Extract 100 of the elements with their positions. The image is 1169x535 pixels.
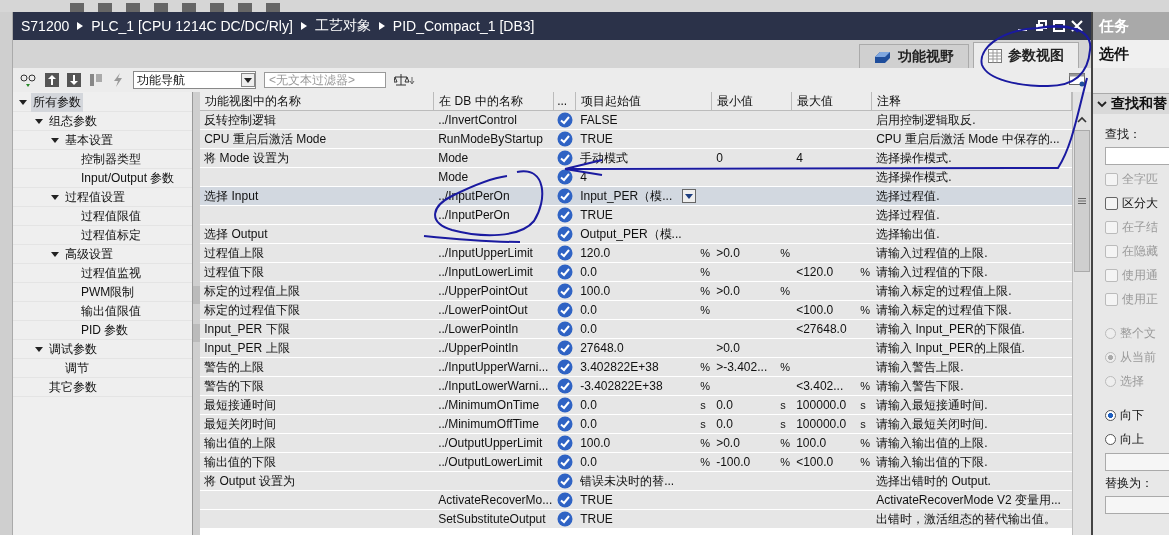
breadcrumb-item[interactable]: 工艺对象 (314, 17, 371, 35)
checkbox[interactable] (1105, 196, 1118, 210)
table-row[interactable]: 输出值的上限 ../OutputUpperLimit 100.0 % >0.0 % 100.0 % 请输入输出值的上限. (200, 434, 1073, 453)
radio-button[interactable] (1105, 433, 1116, 445)
table-row[interactable]: 最短关闭时间 ../MinimumOffTime 0.0 s 0.0 s 100000.0 s 请输入最短关闭时间. (200, 415, 1073, 434)
replace-field[interactable] (1105, 496, 1169, 514)
check-icon[interactable] (557, 150, 574, 166)
tree-item[interactable]: Input/Output 参数 (79, 168, 177, 188)
table-row[interactable]: 将 Mode 设置为 Mode 手动模式 0 4 选择操作模式. (200, 149, 1073, 168)
table-cell: ../InputPerOn (438, 208, 510, 222)
table-row[interactable]: ../InputPerOn TRUE 选择过程值. (200, 206, 1073, 225)
check-icon[interactable] (557, 245, 574, 261)
tree-item[interactable]: 控制器类型 (79, 149, 143, 169)
table-row[interactable]: CPU 重启后激活 Mode RunModeByStartup TRUE CPU 重启后激活 Mode 中保存的... (200, 130, 1073, 149)
check-icon[interactable] (557, 112, 574, 128)
tree-item[interactable]: 过程值监视 (79, 263, 143, 283)
table-row[interactable]: 过程值下限 ../InputLowerLimit 0.0 % <120.0 % 请输入过程值的下限. (200, 263, 1073, 282)
table-row[interactable]: 标定的过程值上限 ../UpperPointOut 100.0 % >0.0 % 请输入标定的过程值上限. (200, 282, 1073, 301)
check-icon[interactable] (557, 435, 574, 451)
check-icon[interactable] (557, 226, 574, 242)
navigation-dropdown[interactable]: 功能导航 (133, 71, 256, 89)
tree-item[interactable]: PID 参数 (79, 320, 131, 340)
expand-icon[interactable] (45, 73, 59, 87)
check-icon[interactable] (557, 359, 574, 375)
check-icon[interactable] (557, 492, 574, 508)
check-icon[interactable] (557, 378, 574, 394)
check-icon[interactable] (557, 169, 574, 185)
check-icon[interactable] (557, 473, 574, 489)
tree-item[interactable]: 输出值限值 (79, 301, 143, 321)
bookmark-icon[interactable] (89, 73, 103, 87)
table-row[interactable]: 过程值上限 ../InputUpperLimit 120.0 % >0.0 % 请输入过程值的上限. (200, 244, 1073, 263)
breadcrumb-item[interactable]: PID_Compact_1 [DB3] (392, 18, 535, 34)
tree-item[interactable]: 高级设置 (63, 244, 115, 264)
table-row[interactable]: 将 Output 设置为 错误未决时的替... 选择出错时的 Output. (200, 472, 1073, 491)
check-icon[interactable] (557, 302, 574, 318)
compare-icon[interactable] (394, 73, 416, 87)
check-icon[interactable] (557, 283, 574, 299)
check-icon[interactable] (557, 131, 574, 147)
column-header[interactable]: ... (554, 92, 577, 110)
table-row[interactable]: Mode 4 选择操作模式. (200, 168, 1073, 187)
scrollbar[interactable] (1072, 92, 1091, 535)
radio-button[interactable] (1105, 409, 1116, 421)
column-header[interactable]: 在 DB 中的名称 (434, 92, 555, 110)
collapse-icon[interactable] (67, 73, 81, 87)
view-tab[interactable]: 参数视图 (973, 42, 1079, 68)
tree-item[interactable]: 过程值标定 (79, 225, 143, 245)
table-row[interactable]: 输出值的下限 ../OutputLowerLimit 0.0 % -100.0 % <100.0 % 请输入输出值的下限. (200, 453, 1073, 472)
table-row[interactable]: 反转控制逻辑 ../InvertControl FALSE 启用控制逻辑取反. (200, 111, 1073, 130)
check-icon[interactable] (557, 321, 574, 337)
column-header[interactable]: 最大值 (792, 92, 873, 110)
breadcrumb-item[interactable]: S71200 (21, 18, 70, 34)
check-icon[interactable] (557, 264, 574, 280)
tree-item[interactable]: 调节 (63, 358, 91, 378)
caret-icon[interactable] (35, 345, 43, 353)
table-row[interactable]: Input_PER 上限 ../UpperPointIn 27648.0 >0.0 请输入 Input_PER的上限值. (200, 339, 1073, 358)
table-row[interactable]: Input_PER 下限 ../LowerPointIn 0.0 <27648.0 请输入 Input_PER的下限值. (200, 320, 1073, 339)
tree-item[interactable]: 基本设置 (63, 130, 115, 150)
glasses-icon[interactable] (19, 73, 37, 87)
filter-field[interactable]: <无文本过滤器> (264, 72, 386, 88)
caret-icon[interactable] (19, 98, 27, 106)
window-icon[interactable] (1069, 73, 1085, 87)
column-header[interactable]: 项目起始值 (576, 92, 713, 110)
panel-tab[interactable]: 选件 (1093, 40, 1169, 68)
check-icon[interactable] (557, 340, 574, 356)
table-row[interactable]: 最短接通时间 ../MinimumOnTime 0.0 s 0.0 s 100000.0 s 请输入最短接通时间. (200, 396, 1073, 415)
check-icon[interactable] (557, 511, 574, 527)
caret-icon[interactable] (51, 193, 59, 201)
tree-item[interactable]: 组态参数 (47, 111, 99, 131)
view-tab[interactable]: 功能视野 (859, 44, 969, 68)
table-row[interactable]: 选择 Output Output_PER（模... 选择输出值. (200, 225, 1073, 244)
check-icon[interactable] (557, 397, 574, 413)
caret-icon[interactable] (51, 136, 59, 144)
tree-item[interactable]: 过程值设置 (63, 187, 127, 207)
tree-item[interactable]: 调试参数 (47, 339, 99, 359)
maximize-icon[interactable] (1053, 20, 1065, 32)
section-header[interactable]: 查找和替 (1093, 93, 1169, 114)
splitter-handle[interactable] (193, 285, 201, 304)
dropdown-icon[interactable] (682, 189, 697, 203)
table-row[interactable]: 标定的过程值下限 ../LowerPointOut 0.0 % <100.0 % 请输入标定的过程值下限. (200, 301, 1073, 320)
column-header[interactable]: 最小值 (712, 92, 793, 110)
tree-item[interactable]: 所有参数 (31, 92, 83, 112)
check-icon[interactable] (557, 207, 574, 223)
check-icon[interactable] (557, 454, 574, 470)
column-header[interactable]: 功能视图中的名称 (200, 92, 435, 110)
tree-item[interactable]: 过程值限值 (79, 206, 143, 226)
table-row[interactable]: SetSubstituteOutput TRUE 出错时，激活组态的替代输出值。 (200, 510, 1073, 529)
find-field[interactable] (1105, 147, 1169, 165)
table-row[interactable]: ActivateRecoverMo... TRUE ActivateRecoverMode V2 变量用... (200, 491, 1073, 510)
check-icon[interactable] (557, 416, 574, 432)
table-row[interactable]: 警告的下限 ../InputLowerWarni... -3.402822E+38 % <3.402... % 请输入警告下限. (200, 377, 1073, 396)
tree-item[interactable]: PWM限制 (79, 282, 137, 302)
caret-icon[interactable] (35, 117, 43, 125)
caret-icon[interactable] (51, 250, 59, 258)
tree-item[interactable]: 其它参数 (47, 377, 99, 397)
close-icon[interactable] (1071, 20, 1083, 32)
restore-icon[interactable] (1035, 20, 1047, 32)
check-icon[interactable] (557, 188, 574, 204)
table-row[interactable]: 警告的上限 ../InputUpperWarni... 3.402822E+38 % >-3.402... % 请输入警告上限. (200, 358, 1073, 377)
splitter-handle[interactable] (193, 323, 201, 342)
breadcrumb-item[interactable]: PLC_1 [CPU 1214C DC/DC/Rly] (91, 18, 293, 34)
